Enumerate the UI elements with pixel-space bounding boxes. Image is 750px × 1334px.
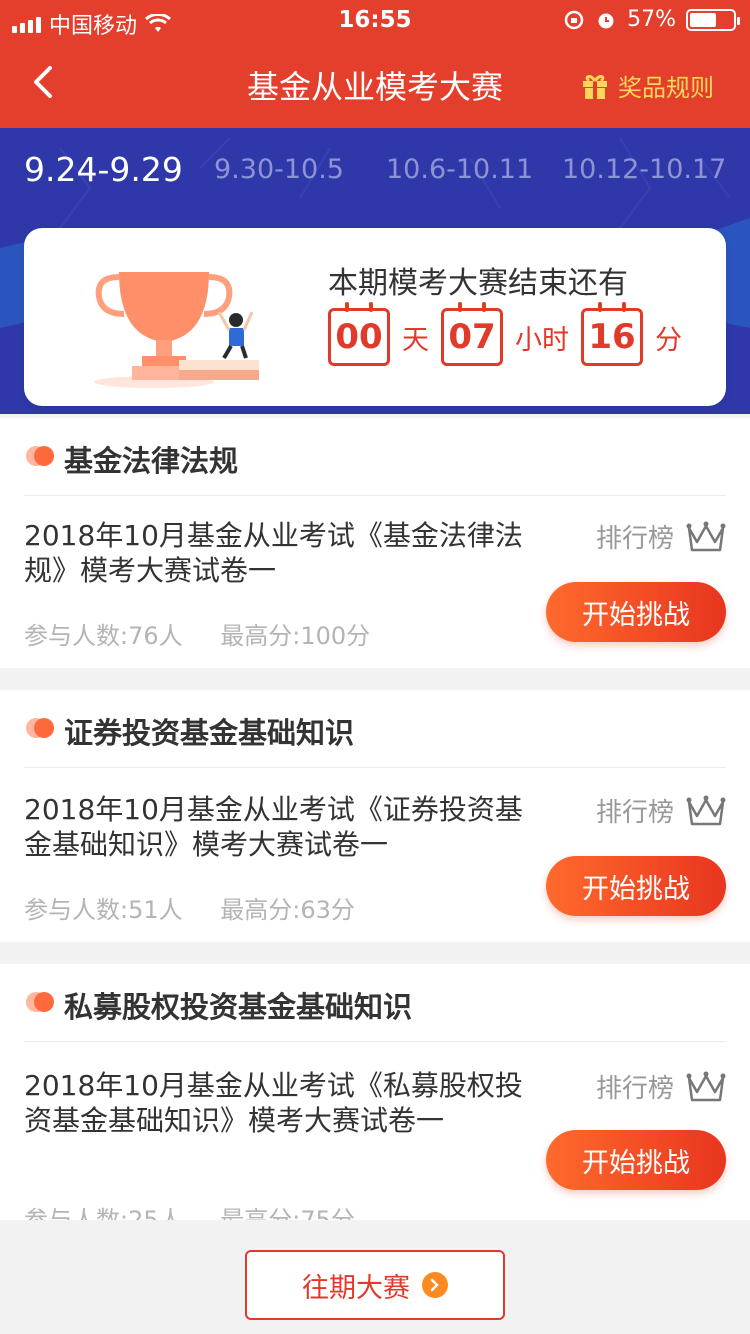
tab-period-1[interactable]: 9.24-9.29 <box>24 150 183 189</box>
exam-stats: 参与人数:51人 最高分:63分 <box>24 890 385 925</box>
page: 中国移动 16:55 57% 基金从业模考大赛 奖品规则 9.24-9.29 9… <box>0 0 750 1334</box>
section-title: 私募股权投资基金基础知识 <box>64 990 413 1024</box>
trophy-illustration <box>94 272 259 388</box>
section-dot-icon <box>26 992 54 1012</box>
leaderboard-label: 排行榜 <box>595 1074 674 1104</box>
nav-bar: 基金从业模考大赛 奖品规则 <box>0 40 750 128</box>
tab-period-2[interactable]: 9.30-10.5 <box>214 154 344 185</box>
top-score: 最高分:75分 <box>220 1206 355 1220</box>
exam-title[interactable]: 2018年10月基金从业考试《私募股权投资基金基础知识》模考大赛试卷一 <box>24 1068 524 1138</box>
section-title: 证券投资基金基础知识 <box>64 716 355 750</box>
participant-count: 参与人数:25人 <box>24 1206 183 1220</box>
leaderboard-link[interactable]: 排行榜 <box>596 1068 726 1105</box>
countdown-title: 本期模考大赛结束还有 <box>328 266 628 301</box>
leaderboard-link[interactable]: 排行榜 <box>596 518 726 555</box>
top-score: 最高分:100分 <box>220 622 371 650</box>
participant-count: 参与人数:51人 <box>24 896 183 924</box>
tab-period-3[interactable]: 10.6-10.11 <box>386 154 533 185</box>
crown-icon <box>686 1071 726 1101</box>
rotation-lock-icon <box>564 10 584 29</box>
countdown-minutes: 16 <box>581 302 643 366</box>
countdown-hours: 07 <box>441 302 503 366</box>
exam-title[interactable]: 2018年10月基金从业考试《证券投资基金基础知识》模考大赛试卷一 <box>24 792 524 862</box>
leaderboard-link[interactable]: 排行榜 <box>596 792 726 829</box>
top-score: 最高分:63分 <box>220 896 355 924</box>
exam-section-3: 私募股权投资基金基础知识 2018年10月基金从业考试《私募股权投资基金基础知识… <box>0 964 750 1220</box>
battery-percent: 57% <box>627 7 676 32</box>
battery-icon <box>686 8 740 31</box>
section-dot-icon <box>26 718 54 738</box>
section-header: 证券投资基金基础知识 <box>24 690 726 768</box>
alarm-icon <box>598 13 614 28</box>
prize-rules-label: 奖品规则 <box>618 74 714 102</box>
past-contests-label: 往期大赛 <box>302 1272 410 1304</box>
chevron-right-icon <box>422 1272 448 1298</box>
section-title: 基金法律法规 <box>64 444 239 478</box>
prize-rules-button[interactable]: 奖品规则 <box>580 68 714 103</box>
tab-period-4[interactable]: 10.12-10.17 <box>562 154 726 185</box>
past-contests-button[interactable]: 往期大赛 <box>245 1250 505 1320</box>
countdown-minutes-unit: 分 <box>655 324 682 356</box>
section-header: 基金法律法规 <box>24 418 726 496</box>
status-bar: 中国移动 16:55 57% <box>0 0 750 40</box>
bottom-bar: 往期大赛 <box>0 1220 750 1334</box>
exam-section-1: 基金法律法规 2018年10月基金从业考试《基金法律法规》模考大赛试卷一 参与人… <box>0 418 750 668</box>
countdown-days-unit: 天 <box>402 324 429 356</box>
crown-icon <box>686 521 726 551</box>
start-challenge-button[interactable]: 开始挑战 <box>546 1130 726 1190</box>
countdown-timer: 00 天 07 小时 16 分 <box>328 302 694 366</box>
section-dot-icon <box>26 446 54 466</box>
start-challenge-button[interactable]: 开始挑战 <box>546 856 726 916</box>
countdown-card: 本期模考大赛结束还有 00 天 07 小时 16 分 <box>24 228 726 406</box>
countdown-hours-unit: 小时 <box>515 324 569 356</box>
participant-count: 参与人数:76人 <box>24 622 183 650</box>
gift-icon <box>583 74 607 99</box>
start-challenge-button[interactable]: 开始挑战 <box>546 582 726 642</box>
exam-stats: 参与人数:76人 最高分:100分 <box>24 616 400 651</box>
countdown-days: 00 <box>328 302 390 366</box>
leaderboard-label: 排行榜 <box>595 524 674 554</box>
exam-title[interactable]: 2018年10月基金从业考试《基金法律法规》模考大赛试卷一 <box>24 518 524 588</box>
exam-section-2: 证券投资基金基础知识 2018年10月基金从业考试《证券投资基金基础知识》模考大… <box>0 690 750 942</box>
crown-icon <box>686 795 726 825</box>
section-header: 私募股权投资基金基础知识 <box>24 964 726 1042</box>
exam-stats: 参与人数:25人 最高分:75分 <box>24 1200 385 1220</box>
period-tabs: 9.24-9.29 9.30-10.5 10.6-10.11 10.12-10.… <box>0 150 750 240</box>
leaderboard-label: 排行榜 <box>595 798 674 828</box>
